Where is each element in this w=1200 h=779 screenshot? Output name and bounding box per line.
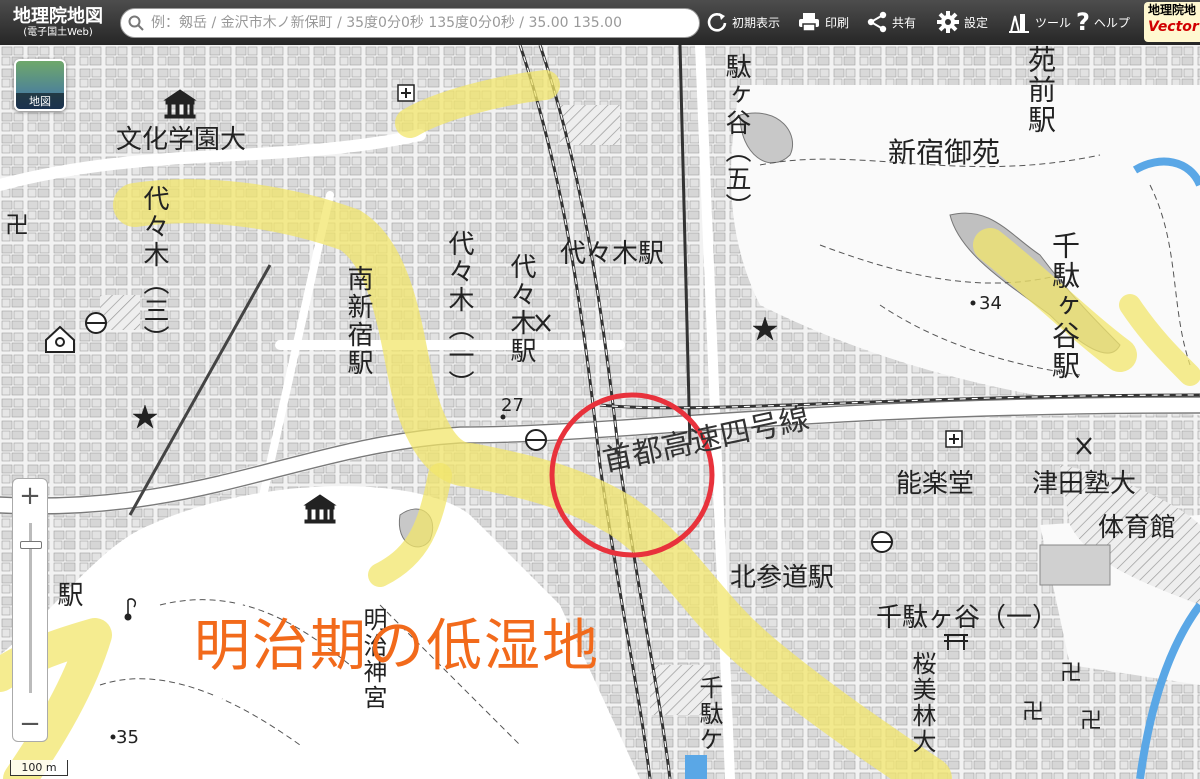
svg-text:卍: 卍	[5, 211, 29, 239]
search-input[interactable]	[151, 10, 691, 36]
lowland-annotation: 明治期の低湿地	[194, 614, 600, 679]
label-sendagaya-5: 駄ヶ谷（五）	[721, 53, 751, 221]
svg-text:卍: 卍	[1060, 661, 1082, 686]
vector-badge-line1: 地理院地	[1148, 3, 1197, 17]
gear-icon	[936, 10, 960, 34]
search-icon	[121, 9, 151, 37]
help-icon: ?	[1076, 8, 1090, 36]
label-sendagaya-station: 千駄ヶ谷駅	[1048, 231, 1081, 381]
settings-label: 設定	[964, 15, 989, 30]
label-yoyogi-1: 代々木（一）	[444, 230, 474, 398]
print-button[interactable]: 印刷	[797, 6, 849, 38]
search-box[interactable]	[120, 8, 700, 38]
label-yoyogi-station-vertical: 代々木駅	[506, 253, 536, 365]
basemap-switch-button[interactable]: 地図	[14, 59, 66, 111]
zoom-in-button[interactable]: +	[13, 479, 47, 513]
label-tsuda-juku-univ: 津田塾大	[1032, 469, 1137, 499]
initial-view-button[interactable]: 初期表示	[706, 6, 780, 38]
share-label: 共有	[892, 15, 917, 30]
app-subtitle: (電子国土Web)	[23, 26, 93, 38]
vector-badge-line2: Vector	[1148, 19, 1199, 35]
share-button[interactable]: 共有	[866, 6, 916, 38]
initial-view-label: 初期表示	[732, 15, 781, 30]
label-elevation-34: 34	[979, 293, 1002, 314]
tools-icon	[1007, 10, 1031, 34]
refresh-icon	[706, 11, 728, 33]
svg-text:卍: 卍	[1022, 700, 1044, 725]
printer-icon	[797, 11, 821, 33]
app-logo[interactable]: 地理院地図 (電子国土Web)	[0, 0, 116, 45]
map-canvas[interactable]: 卍 卍 卍 卍 文化学園大 代々木（三） 南新宿駅 代々木（一） 代々木駅 27…	[0, 45, 1200, 779]
label-obirin-univ: 桜美林大	[908, 651, 936, 755]
tools-button[interactable]: ツール	[1007, 6, 1071, 38]
label-yoyogi-station: 代々木駅	[560, 239, 665, 269]
tools-label: ツール	[1035, 15, 1072, 30]
vector-badge[interactable]: 地理院地 Vector	[1144, 2, 1200, 42]
label-elevation-27: 27	[501, 395, 524, 416]
label-station-left: 駅	[53, 581, 83, 609]
label-sendagaya-vertical: 千駄ケ	[695, 675, 723, 753]
label-kitasando-station: 北参道駅	[730, 563, 835, 593]
label-yoyogi-3: 代々木（三）	[139, 185, 169, 353]
label-nogakudo: 能楽堂	[896, 469, 975, 499]
label-gymnasium: 体育館	[1098, 513, 1177, 543]
label-elevation-35: 35	[116, 727, 139, 748]
settings-button[interactable]: 設定	[936, 6, 988, 38]
scale-bar: 100 m	[10, 760, 68, 776]
help-label: ヘルプ	[1093, 15, 1130, 30]
top-toolbar: 地理院地図 (電子国土Web) 初期表示 印刷 共有 設定	[0, 0, 1200, 45]
label-shinjuku-gyoen: 新宿御苑	[888, 136, 1001, 169]
label-gyoen-mae-station: 苑前駅	[1024, 45, 1057, 135]
basemap-button-label: 地図	[16, 93, 64, 109]
share-icon	[866, 11, 888, 33]
print-label: 印刷	[825, 15, 850, 30]
zoom-out-button[interactable]: −	[13, 707, 47, 741]
svg-text:卍: 卍	[1080, 709, 1102, 734]
zoom-control: + −	[12, 478, 48, 742]
label-sendagaya-1: 千駄ヶ谷（一）	[876, 603, 1059, 633]
label-bunka-gakuen: 文化学園大	[116, 125, 247, 155]
label-minami-shinjuku-station: 南新宿駅	[343, 265, 373, 377]
help-button[interactable]: ? ヘルプ	[1076, 6, 1130, 38]
app-title: 地理院地図	[13, 5, 103, 27]
zoom-slider-handle[interactable]	[20, 541, 42, 549]
